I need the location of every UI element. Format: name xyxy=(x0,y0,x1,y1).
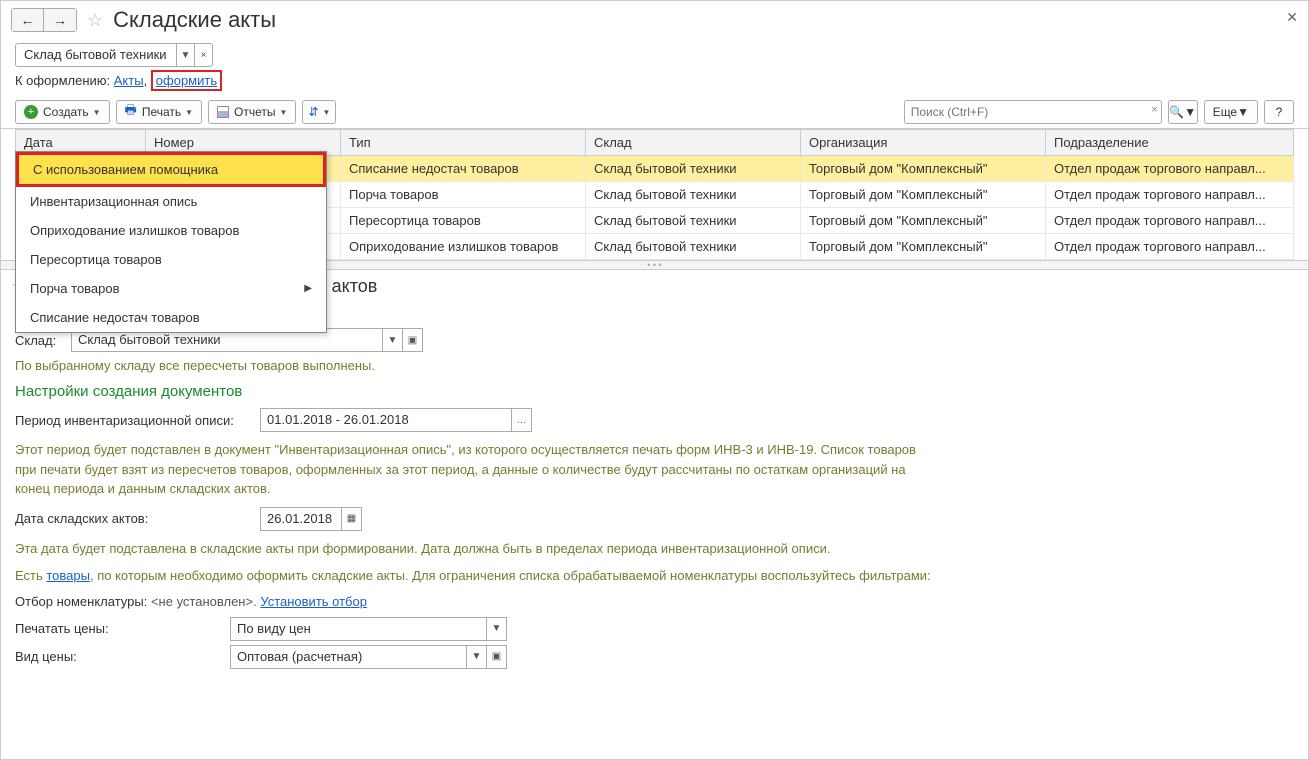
links-prefix: К оформлению: xyxy=(15,73,114,88)
misc-button[interactable]: ⇵▼ xyxy=(302,100,336,124)
docs-heading: Настройки создания документов xyxy=(15,383,1294,400)
favorite-icon[interactable]: ☆ xyxy=(87,10,103,31)
filter-label: Отбор номенклатуры: xyxy=(15,594,151,609)
date-desc: Эта дата будет подставлена в складские а… xyxy=(15,539,935,559)
price-kind-label: Вид цены: xyxy=(15,649,230,664)
print-button[interactable]: 🖶 Печать▼ xyxy=(116,100,203,124)
date-field[interactable]: 26.01.2018 ▦ xyxy=(260,507,362,531)
dd-item-regrade[interactable]: Пересортица товаров xyxy=(16,245,326,274)
reports-button[interactable]: Отчеты▼ xyxy=(208,100,296,124)
print-prices-field[interactable]: По виду цен ▼ xyxy=(230,617,507,641)
submenu-arrow-icon: ▶ xyxy=(304,283,312,294)
link-issue[interactable]: оформить xyxy=(151,70,222,91)
report-icon xyxy=(217,106,229,118)
period-label: Период инвентаризационной описи: xyxy=(15,413,260,428)
dd-item-writeoff[interactable]: Списание недостач товаров xyxy=(16,303,326,332)
chevron-down-icon[interactable]: ▼ xyxy=(486,618,506,640)
th-warehouse[interactable]: Склад xyxy=(586,130,801,156)
open-icon[interactable]: ▣ xyxy=(486,646,506,668)
date-label: Дата складских актов: xyxy=(15,511,260,526)
ellipsis-icon[interactable]: … xyxy=(511,409,531,431)
forward-button[interactable]: → xyxy=(44,9,76,31)
chevron-down-icon[interactable]: ▼ xyxy=(466,646,486,668)
close-icon[interactable]: ✕ xyxy=(1286,9,1298,26)
more-button[interactable]: Еще▼ xyxy=(1204,100,1258,124)
period-desc: Этот период будет подставлен в документ … xyxy=(15,440,935,499)
goods-link[interactable]: товары xyxy=(46,568,90,583)
create-button[interactable]: + Создать▼ xyxy=(15,100,110,124)
toolbar: + Создать▼ 🖶 Печать▼ Отчеты▼ ⇵▼ × 🔍▼ Еще… xyxy=(1,96,1308,129)
search-run-button[interactable]: 🔍▼ xyxy=(1168,100,1198,124)
price-kind-field[interactable]: Оптовая (расчетная) ▼ ▣ xyxy=(230,645,507,669)
help-button[interactable]: ? xyxy=(1264,100,1294,124)
search-input[interactable] xyxy=(904,100,1162,124)
back-button[interactable]: ← xyxy=(12,9,44,31)
status-line: По выбранному складу все пересчеты товар… xyxy=(15,358,1294,373)
th-dept[interactable]: Подразделение xyxy=(1046,130,1294,156)
th-type[interactable]: Тип xyxy=(341,130,586,156)
search-box: × xyxy=(904,100,1162,124)
warehouse-filter-clear-icon[interactable]: × xyxy=(194,44,212,66)
dd-item-wizard[interactable]: С использованием помощника xyxy=(16,152,326,187)
create-dropdown: С использованием помощника Инвентаризаци… xyxy=(15,151,327,333)
warehouse-filter[interactable]: Склад бытовой техники ▼ × xyxy=(15,43,213,67)
search-icon: 🔍 xyxy=(1169,105,1184,119)
printer-icon: 🖶 xyxy=(125,101,137,123)
dd-item-surplus[interactable]: Оприходование излишков товаров xyxy=(16,216,326,245)
warehouse-filter-dropdown-icon[interactable]: ▼ xyxy=(176,44,194,66)
warehouse-filter-value: Склад бытовой техники xyxy=(16,44,176,66)
filter-value: <не установлен>. xyxy=(151,594,260,609)
plus-icon: + xyxy=(24,105,38,119)
print-prices-label: Печатать цены: xyxy=(15,621,230,636)
dd-item-spoilage[interactable]: Порча товаров▶ xyxy=(16,274,326,303)
link-acts[interactable]: Акты xyxy=(114,73,144,88)
nav-buttons: ← → xyxy=(11,8,77,32)
search-clear-icon[interactable]: × xyxy=(1151,104,1157,116)
dd-item-inventory[interactable]: Инвентаризационная опись xyxy=(16,187,326,216)
set-filter-link[interactable]: Установить отбор xyxy=(260,594,367,609)
warehouse-label: Склад: xyxy=(15,333,71,348)
page-title: Складские акты xyxy=(113,7,276,33)
th-org[interactable]: Организация xyxy=(801,130,1046,156)
period-field[interactable]: 01.01.2018 - 26.01.2018 … xyxy=(260,408,532,432)
calendar-icon[interactable]: ▦ xyxy=(341,508,361,530)
open-icon[interactable]: ▣ xyxy=(402,329,422,351)
chevron-down-icon[interactable]: ▼ xyxy=(382,329,402,351)
